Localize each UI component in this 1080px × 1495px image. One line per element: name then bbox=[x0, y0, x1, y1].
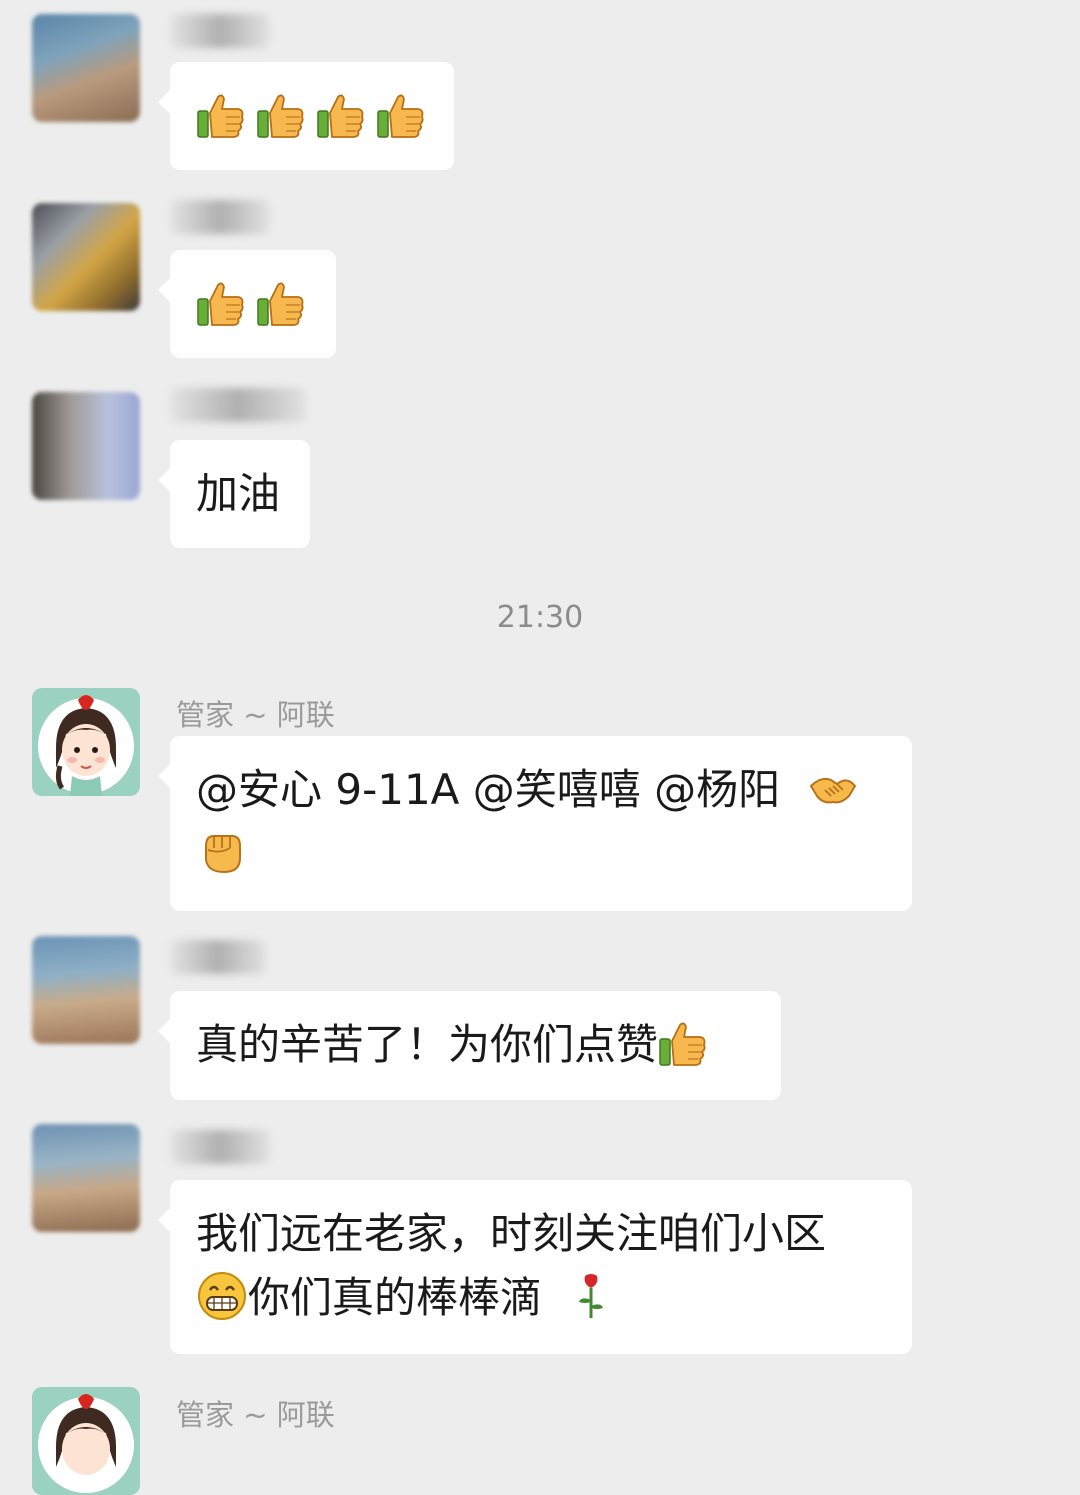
handshake-icon bbox=[810, 777, 857, 804]
avatar[interactable] bbox=[32, 936, 140, 1044]
emoji-row bbox=[196, 84, 428, 148]
message-bubble[interactable]: @安心 9-11A @笑嘻嘻 @杨阳 bbox=[158, 736, 912, 911]
message-bubble[interactable] bbox=[158, 250, 336, 358]
message-text: @安心 9-11A @笑嘻嘻 @杨阳 bbox=[196, 765, 781, 814]
sender-name-redacted bbox=[170, 1130, 270, 1164]
message-bubble[interactable]: 真的辛苦了！为你们点赞 bbox=[158, 991, 781, 1100]
message-bubble[interactable]: 加油 bbox=[158, 440, 310, 548]
thumbs-up-icon bbox=[256, 279, 306, 329]
sender-name-redacted bbox=[170, 200, 270, 234]
avatar[interactable] bbox=[32, 1387, 140, 1495]
sender-name: 管家 ~ 阿联 bbox=[176, 698, 335, 732]
thumbs-up-icon bbox=[376, 91, 426, 141]
girl-avatar-icon bbox=[38, 1394, 134, 1493]
rose-icon bbox=[579, 1274, 604, 1318]
emoji-row bbox=[196, 272, 310, 336]
thumbs-up-icon bbox=[658, 1019, 708, 1069]
message-text-line1: 我们远在老家，时刻关注咱们小区 bbox=[196, 1209, 827, 1258]
message-text: 真的辛苦了！为你们点赞 bbox=[196, 1020, 659, 1069]
message-bubble[interactable]: 我们远在老家，时刻关注咱们小区 你们真的棒棒滴 bbox=[158, 1180, 912, 1354]
timestamp: 21:30 bbox=[496, 600, 584, 635]
avatar[interactable] bbox=[32, 203, 140, 311]
sender-name-redacted bbox=[170, 388, 306, 422]
thumbs-up-icon bbox=[316, 91, 366, 141]
avatar[interactable] bbox=[32, 688, 140, 796]
message-text: 加油 bbox=[196, 469, 281, 518]
avatar[interactable] bbox=[32, 14, 140, 122]
thumbs-up-icon bbox=[196, 91, 246, 141]
sender-name-redacted bbox=[170, 14, 270, 48]
avatar[interactable] bbox=[32, 1124, 140, 1232]
thumbs-up-icon bbox=[196, 279, 246, 329]
sender-name: 管家 ~ 阿联 bbox=[176, 1398, 335, 1432]
girl-avatar-icon bbox=[38, 695, 134, 796]
raised-fist-icon bbox=[205, 835, 241, 874]
thumbs-up-icon bbox=[256, 91, 306, 141]
message-bubble[interactable] bbox=[158, 62, 454, 170]
grin-icon bbox=[198, 1272, 246, 1320]
sender-name-redacted bbox=[170, 940, 266, 974]
message-text-line2: 你们真的棒棒滴 bbox=[248, 1273, 543, 1322]
avatar[interactable] bbox=[32, 392, 140, 500]
